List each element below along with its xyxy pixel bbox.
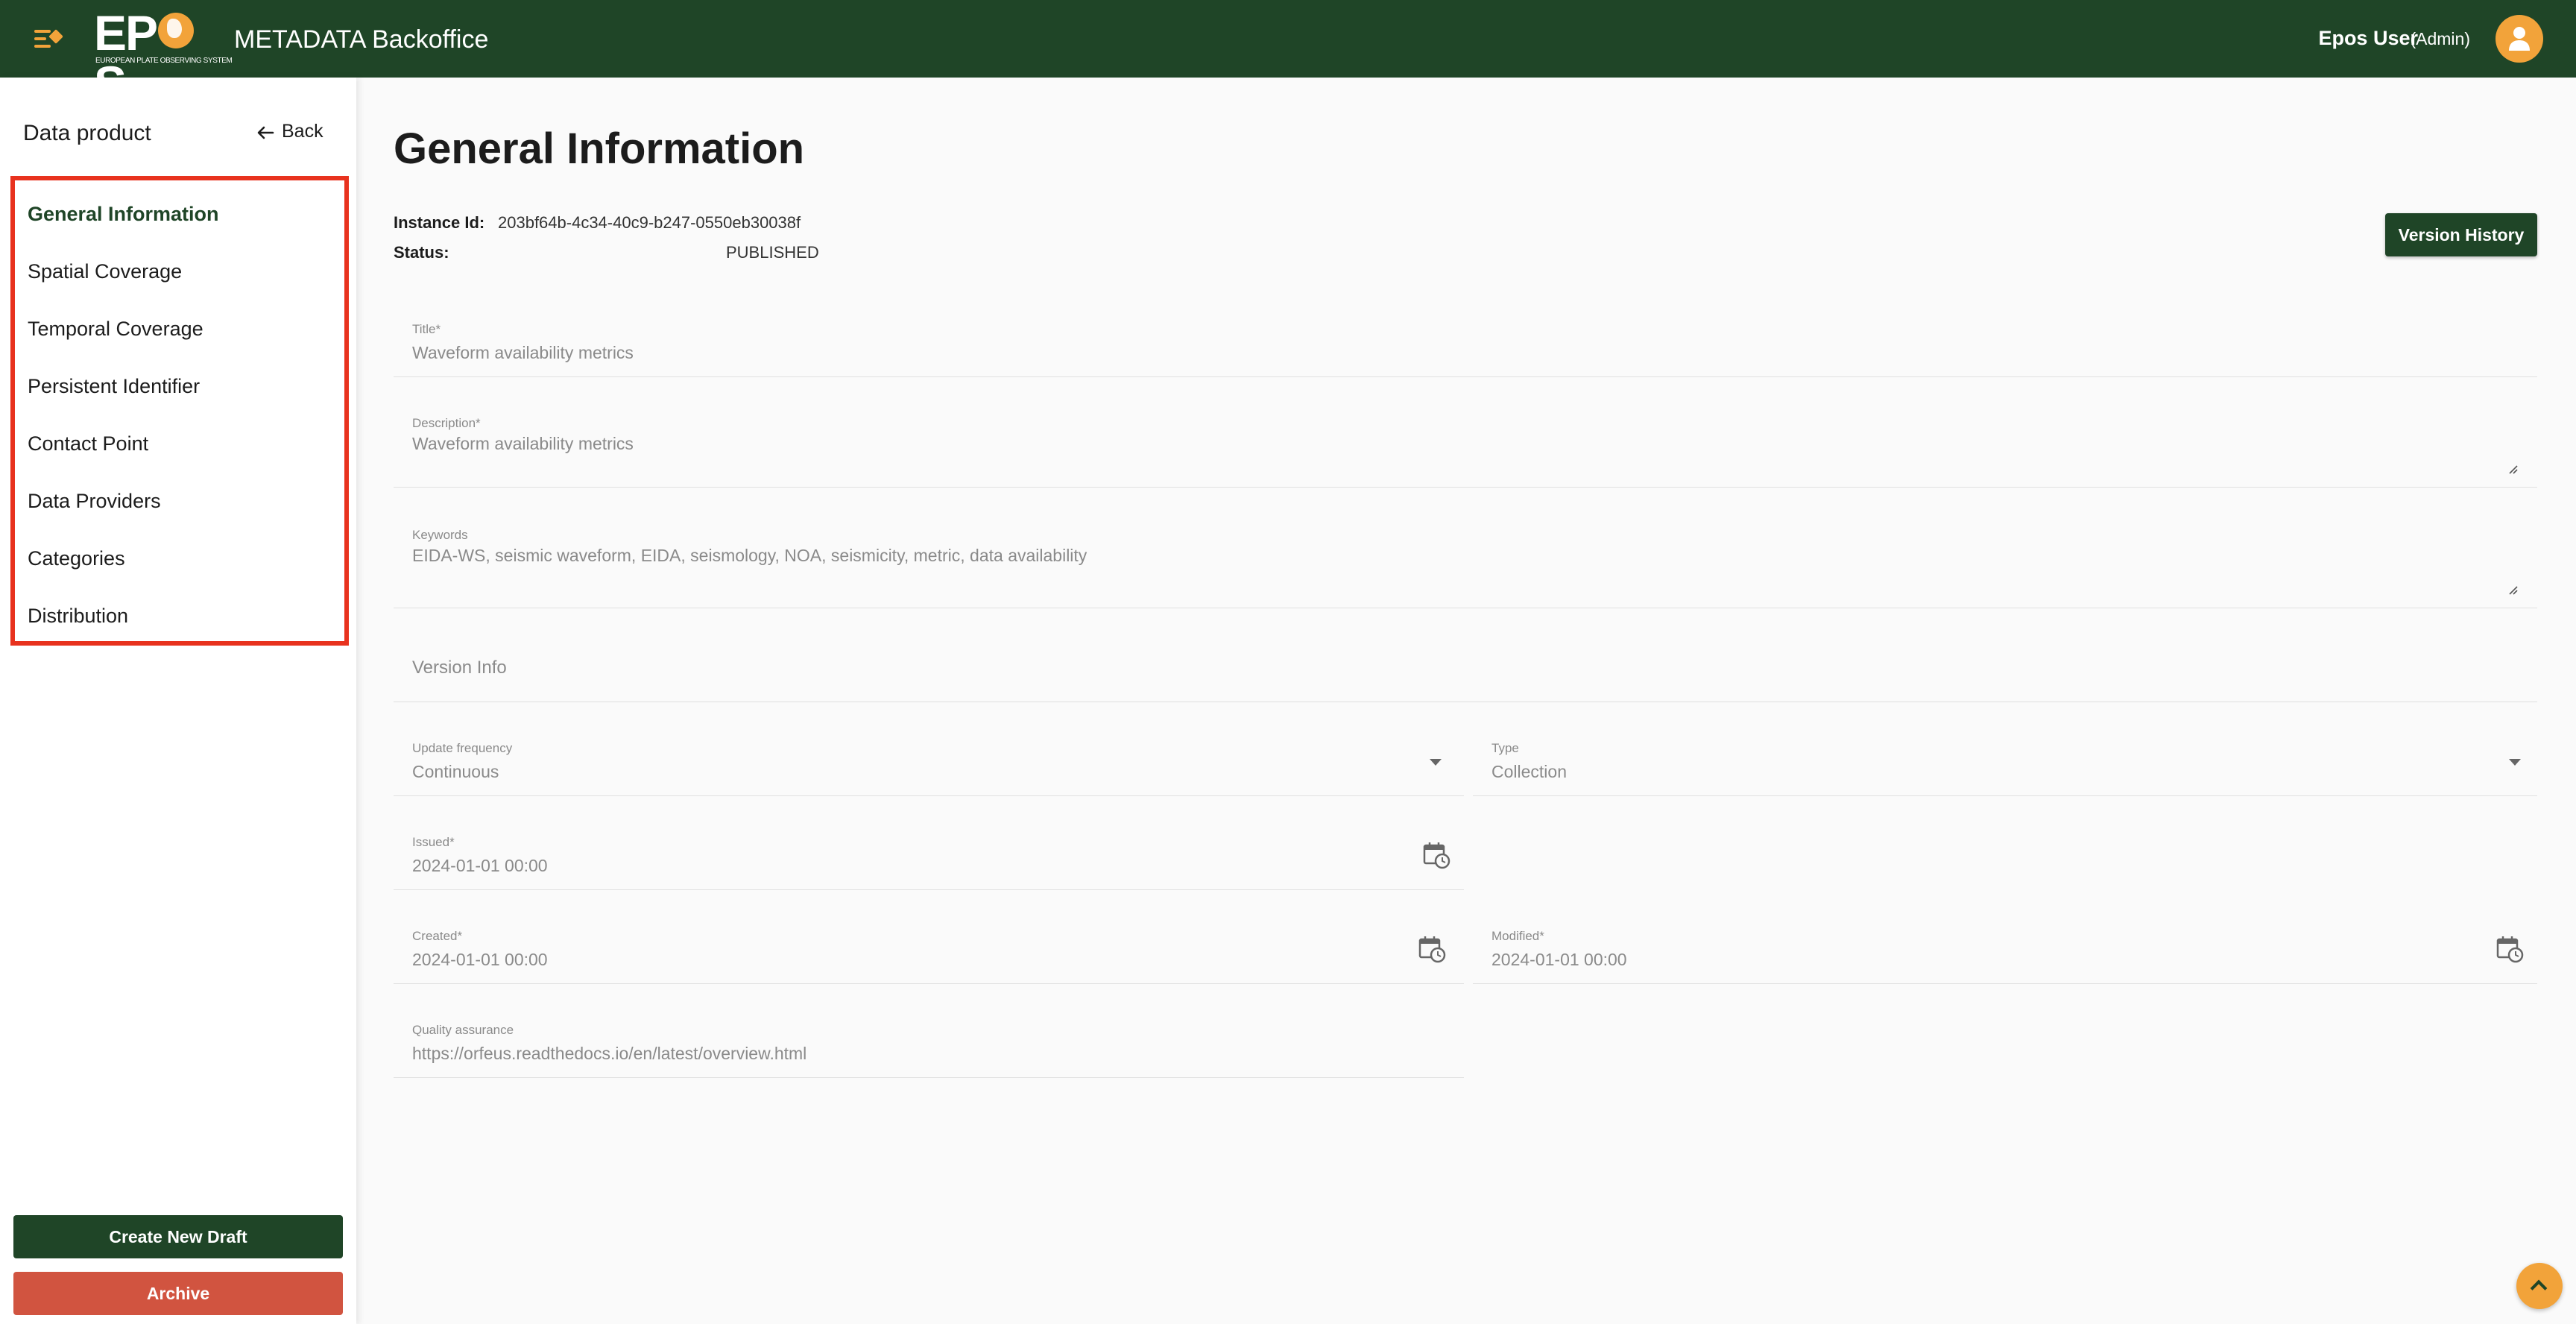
nav-item-categories[interactable]: Categories bbox=[28, 547, 125, 570]
update-frequency-label: Update frequency bbox=[412, 741, 513, 755]
nav-item-spatial-coverage[interactable]: Spatial Coverage bbox=[28, 260, 182, 283]
app-title: METADATA Backoffice bbox=[234, 25, 489, 54]
chevron-up-icon bbox=[2530, 1279, 2548, 1297]
user-name: Epos User bbox=[2318, 27, 2418, 49]
modified-value: 2024-01-01 00:00 bbox=[1491, 950, 1627, 969]
modified-label: Modified* bbox=[1491, 929, 1544, 943]
issued-value: 2024-01-01 00:00 bbox=[412, 856, 548, 875]
nav-item-persistent-identifier[interactable]: Persistent Identifier bbox=[28, 375, 200, 398]
resize-handle-icon[interactable] bbox=[2507, 584, 2518, 595]
back-label: Back bbox=[282, 121, 323, 142]
update-frequency-value: Continuous bbox=[412, 762, 499, 781]
title-field-label: Title* bbox=[412, 322, 441, 336]
quality-assurance-field[interactable]: Quality assurance https://orfeus.readthe… bbox=[394, 1017, 1464, 1078]
logo-subtitle: EUROPEAN PLATE OBSERVING SYSTEM bbox=[95, 57, 233, 65]
instance-id-value: 203bf64b-4c34-40c9-b247-0550eb30038f bbox=[498, 213, 801, 232]
create-new-draft-button[interactable]: Create New Draft bbox=[13, 1215, 343, 1258]
sidebar-title: Data product bbox=[23, 121, 151, 145]
quality-assurance-value: https://orfeus.readthedocs.io/en/latest/… bbox=[412, 1044, 807, 1063]
back-button[interactable]: Back bbox=[256, 121, 323, 142]
sidebar: Data product Back General Information Sp… bbox=[0, 78, 356, 1324]
quality-assurance-label: Quality assurance bbox=[412, 1023, 514, 1037]
app-bar: EPS EUROPEAN PLATE OBSERVING SYSTEM META… bbox=[0, 0, 2576, 109]
nav-item-data-providers[interactable]: Data Providers bbox=[28, 490, 161, 513]
description-field-value: Waveform availability metrics bbox=[412, 434, 634, 453]
keywords-field-label: Keywords bbox=[412, 528, 468, 542]
modified-date-field[interactable]: Modified* 2024-01-01 00:00 bbox=[1473, 923, 2537, 984]
type-select[interactable]: Type Collection bbox=[1473, 735, 2537, 796]
created-label: Created* bbox=[412, 929, 463, 943]
version-info-placeholder: Version Info bbox=[412, 658, 507, 678]
calendar-clock-icon[interactable] bbox=[1418, 935, 1446, 963]
archive-button[interactable]: Archive bbox=[13, 1272, 343, 1315]
menu-collapse-icon[interactable] bbox=[33, 27, 63, 51]
title-field-value: Waveform availability metrics bbox=[412, 343, 634, 362]
version-history-button[interactable]: Version History bbox=[2385, 213, 2537, 256]
description-field[interactable]: Description* Waveform availability metri… bbox=[394, 410, 2537, 488]
type-value: Collection bbox=[1491, 762, 1567, 781]
created-value: 2024-01-01 00:00 bbox=[412, 950, 548, 969]
status-value: PUBLISHED bbox=[726, 243, 819, 262]
nav-item-general-information[interactable]: General Information bbox=[28, 203, 219, 226]
nav-item-temporal-coverage[interactable]: Temporal Coverage bbox=[28, 318, 203, 341]
epos-logo: EPS EUROPEAN PLATE OBSERVING SYSTEM bbox=[94, 5, 233, 109]
dropdown-arrow-icon[interactable] bbox=[1430, 759, 1442, 766]
arrow-left-icon bbox=[257, 126, 274, 139]
scroll-to-top-button[interactable] bbox=[2516, 1263, 2563, 1309]
update-frequency-select[interactable]: Update frequency Continuous bbox=[394, 735, 1464, 796]
issued-label: Issued* bbox=[412, 835, 455, 849]
page-title: General Information bbox=[394, 124, 805, 173]
keywords-field[interactable]: Keywords EIDA-WS, seismic waveform, EIDA… bbox=[394, 522, 2537, 608]
user-avatar[interactable] bbox=[2496, 15, 2543, 63]
nav-item-distribution[interactable]: Distribution bbox=[28, 605, 128, 628]
created-date-field[interactable]: Created* 2024-01-01 00:00 bbox=[394, 923, 1464, 984]
keywords-field-value: EIDA-WS, seismic waveform, EIDA, seismol… bbox=[412, 546, 1087, 565]
calendar-clock-icon[interactable] bbox=[1422, 841, 1450, 869]
type-label: Type bbox=[1491, 741, 1519, 755]
resize-handle-icon[interactable] bbox=[2507, 464, 2518, 474]
issued-date-field[interactable]: Issued* 2024-01-01 00:00 bbox=[394, 829, 1464, 890]
user-icon bbox=[2509, 27, 2530, 51]
calendar-clock-icon[interactable] bbox=[2496, 935, 2524, 963]
nav-item-contact-point[interactable]: Contact Point bbox=[28, 432, 148, 455]
instance-id-label: Instance Id: bbox=[394, 213, 485, 232]
description-field-label: Description* bbox=[412, 416, 481, 430]
section-nav: General Information Spatial Coverage Tem… bbox=[10, 176, 349, 646]
title-field[interactable]: Title* Waveform availability metrics bbox=[394, 316, 2537, 377]
user-role: (Admin) bbox=[2410, 29, 2470, 48]
status-label: Status: bbox=[394, 243, 449, 262]
dropdown-arrow-icon[interactable] bbox=[2509, 759, 2521, 766]
version-info-field[interactable]: Version Info bbox=[394, 640, 2537, 702]
